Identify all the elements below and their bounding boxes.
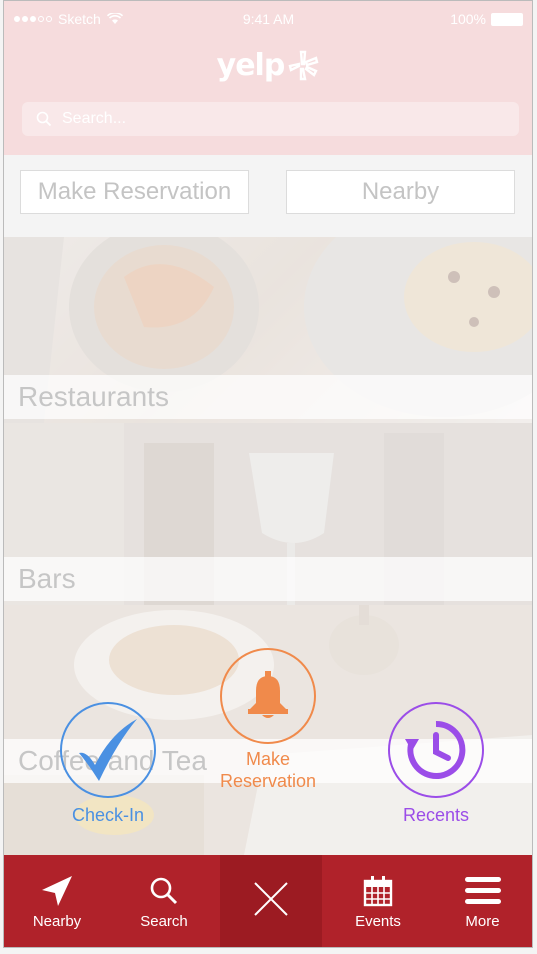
category-label: Restaurants [4, 375, 533, 419]
category-label: Bars [4, 557, 533, 601]
status-bar: Sketch 9:41 AM 100% [4, 0, 533, 40]
checkin-label: Check-In [71, 805, 145, 825]
battery-icon [491, 12, 523, 26]
location-arrow-icon [40, 873, 74, 909]
tab-label: Events [355, 913, 401, 930]
tab-nearby[interactable]: Nearby [4, 855, 110, 948]
tab-search[interactable]: Search [110, 855, 218, 948]
close-icon [252, 881, 290, 917]
tab-events[interactable]: Events [326, 855, 430, 948]
make-reservation-button[interactable]: Make Reservation [20, 170, 249, 214]
menu-icon [464, 873, 501, 909]
calendar-icon [362, 873, 394, 909]
search-icon [149, 873, 179, 909]
reservation-circle[interactable] [220, 648, 316, 744]
search-icon [36, 111, 52, 127]
nearby-button[interactable]: Nearby [286, 170, 515, 214]
tab-close[interactable] [220, 855, 322, 948]
tab-label: Nearby [32, 913, 82, 930]
header: Sketch 9:41 AM 100% yelp Search... [4, 0, 533, 155]
make-reservation-action[interactable]: Make Reservation [198, 648, 338, 792]
tab-label: More [465, 913, 500, 930]
recents-circle[interactable] [388, 702, 484, 798]
category-bars[interactable]: Bars [4, 423, 533, 605]
search-input[interactable]: Search... [22, 102, 519, 136]
tab-more[interactable]: More [432, 855, 533, 948]
category-restaurants[interactable]: Restaurants [4, 237, 533, 423]
recents-label: Recents [402, 805, 470, 825]
status-right: 100% [450, 11, 523, 27]
bell-icon [248, 671, 288, 718]
battery-percent: 100% [450, 11, 486, 27]
yelp-burst-icon [288, 50, 319, 81]
recents-action[interactable]: Recents [376, 702, 496, 826]
checkin-action[interactable]: Check-In [48, 702, 168, 826]
reservation-label: Make Reservation [219, 749, 317, 791]
clock-history-icon [405, 720, 466, 779]
search-placeholder: Search... [62, 110, 127, 127]
yelp-logo: yelp [4, 40, 533, 90]
checkmark-icon [79, 719, 137, 781]
tab-bar: Nearby Search Events More [4, 855, 533, 948]
app-screen: Sketch 9:41 AM 100% yelp Search... Make … [0, 0, 537, 954]
tab-label: Search [140, 913, 188, 930]
checkin-circle[interactable] [60, 702, 156, 798]
logo-text: yelp [216, 47, 286, 83]
